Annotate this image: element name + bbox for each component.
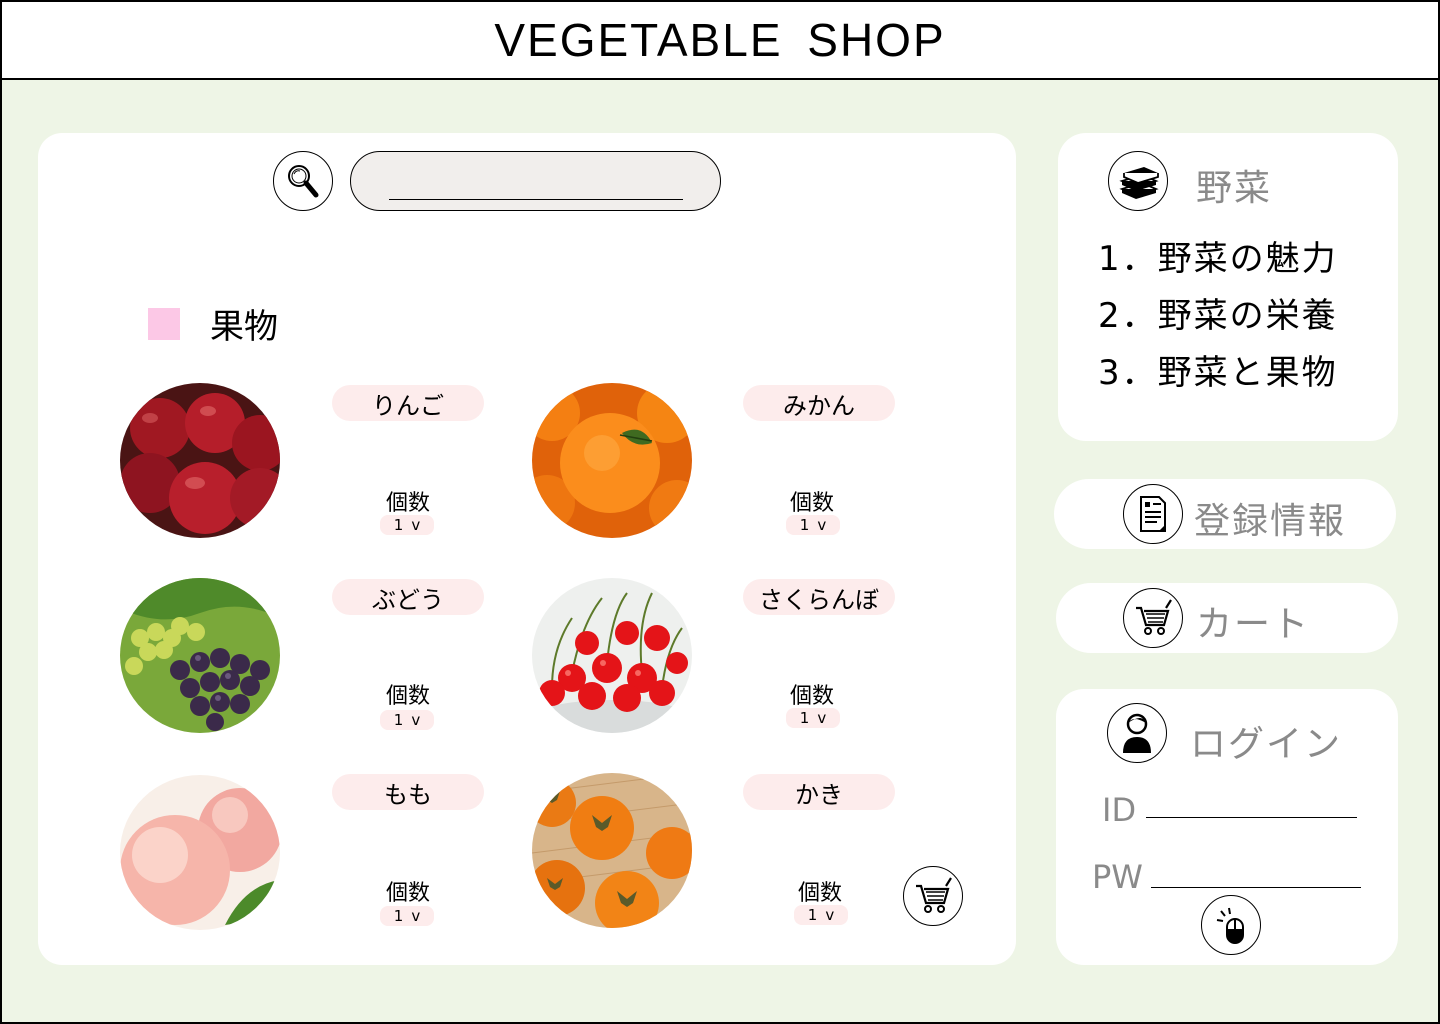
menu-item-appeal[interactable]: 1．野菜の魅力 bbox=[1098, 231, 1338, 280]
product-name-grape: ぶどう bbox=[332, 579, 484, 615]
chevron-down-icon: v bbox=[411, 711, 421, 729]
main-panel: 果物 りんご 個数 1 v みかん 個数 1 v ぶどう 個数 1 v さくらん… bbox=[38, 133, 1016, 965]
quantity-value: 1 bbox=[799, 709, 810, 727]
vegetables-menu: 野菜 1．野菜の魅力 2．野菜の栄養 3．野菜と果物 bbox=[1058, 133, 1398, 441]
persimmon-image[interactable] bbox=[532, 773, 692, 928]
product-name-persimmon: かき bbox=[743, 774, 895, 810]
chevron-down-icon: v bbox=[817, 709, 827, 727]
quantity-value: 1 bbox=[807, 906, 818, 924]
id-input[interactable] bbox=[1146, 788, 1357, 818]
quantity-value: 1 bbox=[393, 711, 404, 729]
site-title: VEGETABLE SHOP bbox=[494, 14, 946, 66]
cart-icon bbox=[1136, 599, 1172, 635]
category-label: 果物 bbox=[210, 307, 278, 347]
vegetables-title: 野菜 bbox=[1196, 168, 1273, 209]
chevron-down-icon: v bbox=[411, 516, 421, 534]
search-button[interactable] bbox=[273, 151, 333, 211]
add-to-cart-button[interactable] bbox=[903, 866, 963, 926]
chevron-down-icon: v bbox=[825, 906, 835, 924]
category-swatch bbox=[148, 307, 180, 340]
quantity-label: 個数 bbox=[789, 491, 834, 516]
vegetables-icon-button bbox=[1108, 151, 1168, 211]
login-submit-button[interactable] bbox=[1201, 895, 1261, 955]
cherry-image[interactable] bbox=[532, 578, 692, 733]
quantity-select[interactable]: 1 v bbox=[786, 708, 840, 728]
chevron-down-icon: v bbox=[817, 516, 827, 534]
search-input[interactable] bbox=[389, 166, 683, 200]
mouse-click-icon bbox=[1216, 907, 1244, 944]
user-icon-wrap bbox=[1107, 703, 1167, 763]
search-box bbox=[350, 151, 721, 211]
quantity-label: 個数 bbox=[789, 684, 834, 709]
cart-label: カート bbox=[1196, 604, 1311, 645]
menu-item-vegetables-and-fruit[interactable]: 3．野菜と果物 bbox=[1098, 345, 1338, 394]
product-name-peach: もも bbox=[332, 774, 484, 810]
menu-item-nutrition[interactable]: 2．野菜の栄養 bbox=[1098, 288, 1338, 337]
registration-label: 登録情報 bbox=[1194, 501, 1347, 542]
mandarin-image[interactable] bbox=[532, 383, 692, 538]
product-name-apple: りんご bbox=[332, 385, 484, 421]
quantity-select[interactable]: 1 v bbox=[794, 905, 848, 925]
id-label: ID bbox=[1102, 791, 1137, 829]
registration-icon-wrap bbox=[1123, 484, 1183, 544]
document-icon bbox=[1140, 496, 1166, 532]
password-input[interactable] bbox=[1151, 858, 1361, 888]
peach-image[interactable] bbox=[120, 775, 280, 930]
header: VEGETABLE SHOP bbox=[2, 2, 1438, 80]
cart-button[interactable]: カート bbox=[1056, 583, 1398, 653]
quantity-label: 個数 bbox=[385, 684, 430, 709]
quantity-label: 個数 bbox=[385, 491, 430, 516]
login-panel: ログイン ID PW bbox=[1056, 689, 1398, 965]
quantity-label: 個数 bbox=[797, 881, 842, 906]
quantity-select[interactable]: 1 v bbox=[380, 515, 434, 535]
cart-icon bbox=[916, 877, 952, 913]
cart-icon-wrap bbox=[1123, 588, 1183, 648]
grape-image[interactable] bbox=[120, 578, 280, 733]
product-name-mandarin: みかん bbox=[743, 385, 895, 421]
books-icon bbox=[1119, 167, 1159, 199]
quantity-label: 個数 bbox=[385, 881, 430, 906]
login-title: ログイン bbox=[1190, 724, 1343, 765]
category-header: 果物 bbox=[148, 299, 278, 348]
product-name-cherry: さくらんぼ bbox=[743, 579, 895, 615]
user-icon bbox=[1123, 713, 1151, 753]
apple-image[interactable] bbox=[120, 383, 280, 538]
quantity-select[interactable]: 1 v bbox=[786, 515, 840, 535]
quantity-value: 1 bbox=[799, 516, 810, 534]
search-icon bbox=[288, 165, 319, 198]
chevron-down-icon: v bbox=[411, 907, 421, 925]
quantity-select[interactable]: 1 v bbox=[380, 710, 434, 730]
quantity-value: 1 bbox=[393, 516, 404, 534]
quantity-select[interactable]: 1 v bbox=[380, 906, 434, 926]
quantity-value: 1 bbox=[393, 907, 404, 925]
registration-info-button[interactable]: 登録情報 bbox=[1054, 479, 1396, 549]
pw-label: PW bbox=[1092, 858, 1143, 896]
